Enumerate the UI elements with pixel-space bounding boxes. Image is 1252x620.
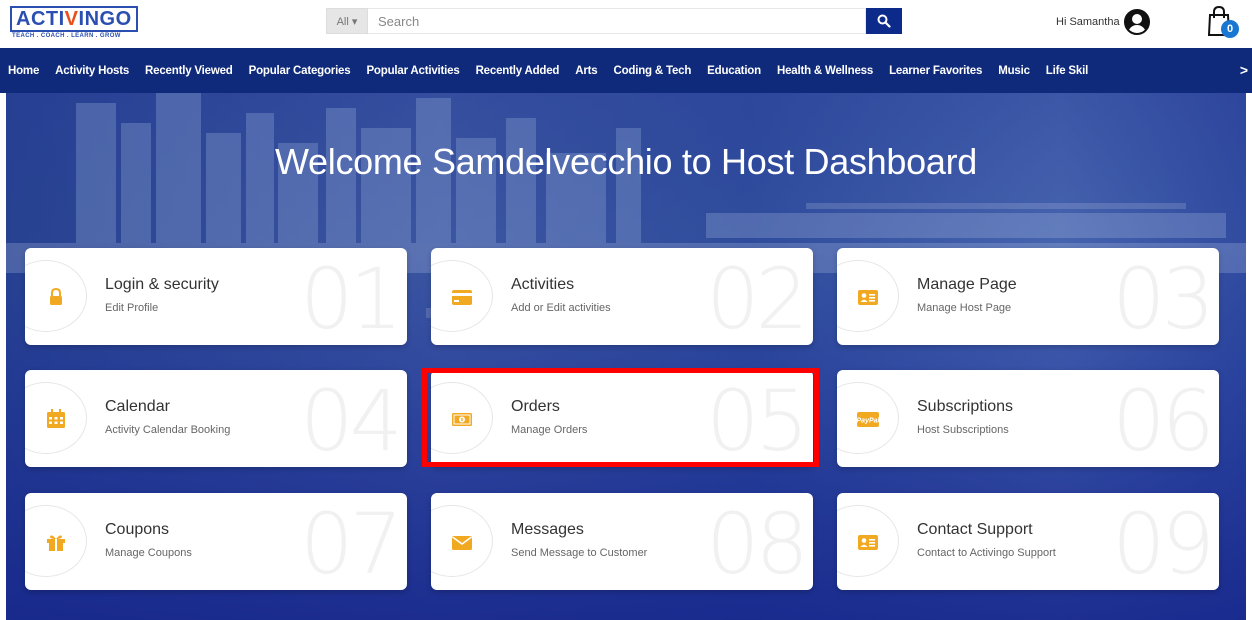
activingo-logo[interactable]: ACTIVINGO TEACH . COACH . LEARN . GROW xyxy=(10,6,138,42)
card-title: Manage Page xyxy=(917,276,1017,293)
card-title: Calendar xyxy=(105,398,170,415)
nav-item-learner-favorites[interactable]: Learner Favorites xyxy=(889,65,982,77)
search-category-dropdown[interactable]: All ▾ xyxy=(326,8,368,34)
nav-item-life-skills[interactable]: Life Skil xyxy=(1046,65,1088,77)
nav-item-health-wellness[interactable]: Health & Wellness xyxy=(777,65,873,77)
card-subtitle: Send Message to Customer xyxy=(511,547,648,559)
paypal-icon: PayPal xyxy=(857,412,880,427)
card-number: 01 xyxy=(300,250,403,345)
card-number: 04 xyxy=(300,372,403,467)
card-subtitle: Edit Profile xyxy=(105,302,159,314)
search-button[interactable] xyxy=(866,8,902,34)
card-messages[interactable]: Messages Send Message to Customer 08 xyxy=(431,493,813,590)
gift-icon xyxy=(47,535,65,551)
card-title: Login & security xyxy=(105,276,219,293)
card-number: 03 xyxy=(1112,250,1215,345)
nav-item-activity-hosts[interactable]: Activity Hosts xyxy=(55,65,129,77)
lock-icon xyxy=(50,287,62,305)
greeting-text: Hi Samantha xyxy=(1056,16,1120,28)
nav-item-home[interactable]: Home xyxy=(8,65,39,77)
credit-card-icon xyxy=(452,290,472,305)
logo-tagline: TEACH . COACH . LEARN . GROW xyxy=(12,33,121,39)
envelope-icon xyxy=(452,536,472,550)
card-subtitle: Manage Coupons xyxy=(105,547,192,559)
card-activities[interactable]: Activities Add or Edit activities 02 xyxy=(431,248,813,345)
card-login-security[interactable]: Login & security Edit Profile 01 xyxy=(25,248,407,345)
card-contact-support[interactable]: Contact Support Contact to Activingo Sup… xyxy=(837,493,1219,590)
calendar-icon xyxy=(47,409,65,428)
id-card-icon xyxy=(858,535,878,550)
page-title: Welcome Samdelvecchio to Host Dashboard xyxy=(275,141,977,182)
account-menu[interactable]: Hi Samantha xyxy=(1056,9,1150,35)
cart-count-badge: 0 xyxy=(1221,20,1239,38)
card-number: 08 xyxy=(706,495,809,590)
svg-text:PayPal: PayPal xyxy=(857,418,880,425)
main-nav: Home Activity Hosts Recently Viewed Popu… xyxy=(0,48,1252,93)
orders-highlight-box xyxy=(422,368,819,467)
card-title: Messages xyxy=(511,521,584,538)
card-manage-page[interactable]: Manage Page Manage Host Page 03 xyxy=(837,248,1219,345)
card-subtitle: Activity Calendar Booking xyxy=(105,424,231,436)
nav-item-recently-added[interactable]: Recently Added xyxy=(476,65,560,77)
card-title: Coupons xyxy=(105,521,170,538)
nav-item-recently-viewed[interactable]: Recently Viewed xyxy=(145,65,233,77)
card-calendar[interactable]: Calendar Activity Calendar Booking 04 xyxy=(25,370,407,467)
shopping-bag-button[interactable]: 0 xyxy=(1207,5,1241,40)
card-number: 06 xyxy=(1112,372,1215,467)
user-avatar-icon xyxy=(1123,9,1150,35)
nav-scroll-right-icon[interactable]: > xyxy=(1240,62,1248,78)
search-input[interactable] xyxy=(368,8,866,34)
search-icon xyxy=(877,14,891,28)
id-card-icon xyxy=(858,290,878,305)
card-subtitle: Contact to Activingo Support xyxy=(917,547,1056,559)
nav-item-education[interactable]: Education xyxy=(707,65,761,77)
card-title: Contact Support xyxy=(917,521,1033,538)
top-header: ACTIVINGO TEACH . COACH . LEARN . GROW A… xyxy=(0,0,1252,48)
logo-wordmark: ACTIVINGO xyxy=(10,6,138,32)
nav-item-music[interactable]: Music xyxy=(998,65,1030,77)
nav-item-arts[interactable]: Arts xyxy=(575,65,597,77)
nav-item-popular-categories[interactable]: Popular Categories xyxy=(249,65,351,77)
city-skyline-image xyxy=(6,93,1246,318)
card-subtitle: Host Subscriptions xyxy=(917,424,1009,436)
dashboard-hero: Welcome Samdelvecchio to Host Dashboard … xyxy=(6,93,1246,620)
card-title: Subscriptions xyxy=(917,398,1014,415)
nav-item-coding-tech[interactable]: Coding & Tech xyxy=(613,65,691,77)
card-coupons[interactable]: Coupons Manage Coupons 07 xyxy=(25,493,407,590)
card-subscriptions[interactable]: PayPal Subscriptions Host Subscriptions … xyxy=(837,370,1219,467)
nav-item-popular-activities[interactable]: Popular Activities xyxy=(366,65,459,77)
card-subtitle: Add or Edit activities xyxy=(511,302,611,314)
card-number: 07 xyxy=(300,495,403,590)
card-number: 09 xyxy=(1112,495,1215,590)
card-title: Activities xyxy=(511,276,575,293)
card-number: 02 xyxy=(706,250,809,345)
card-subtitle: Manage Host Page xyxy=(917,302,1012,314)
